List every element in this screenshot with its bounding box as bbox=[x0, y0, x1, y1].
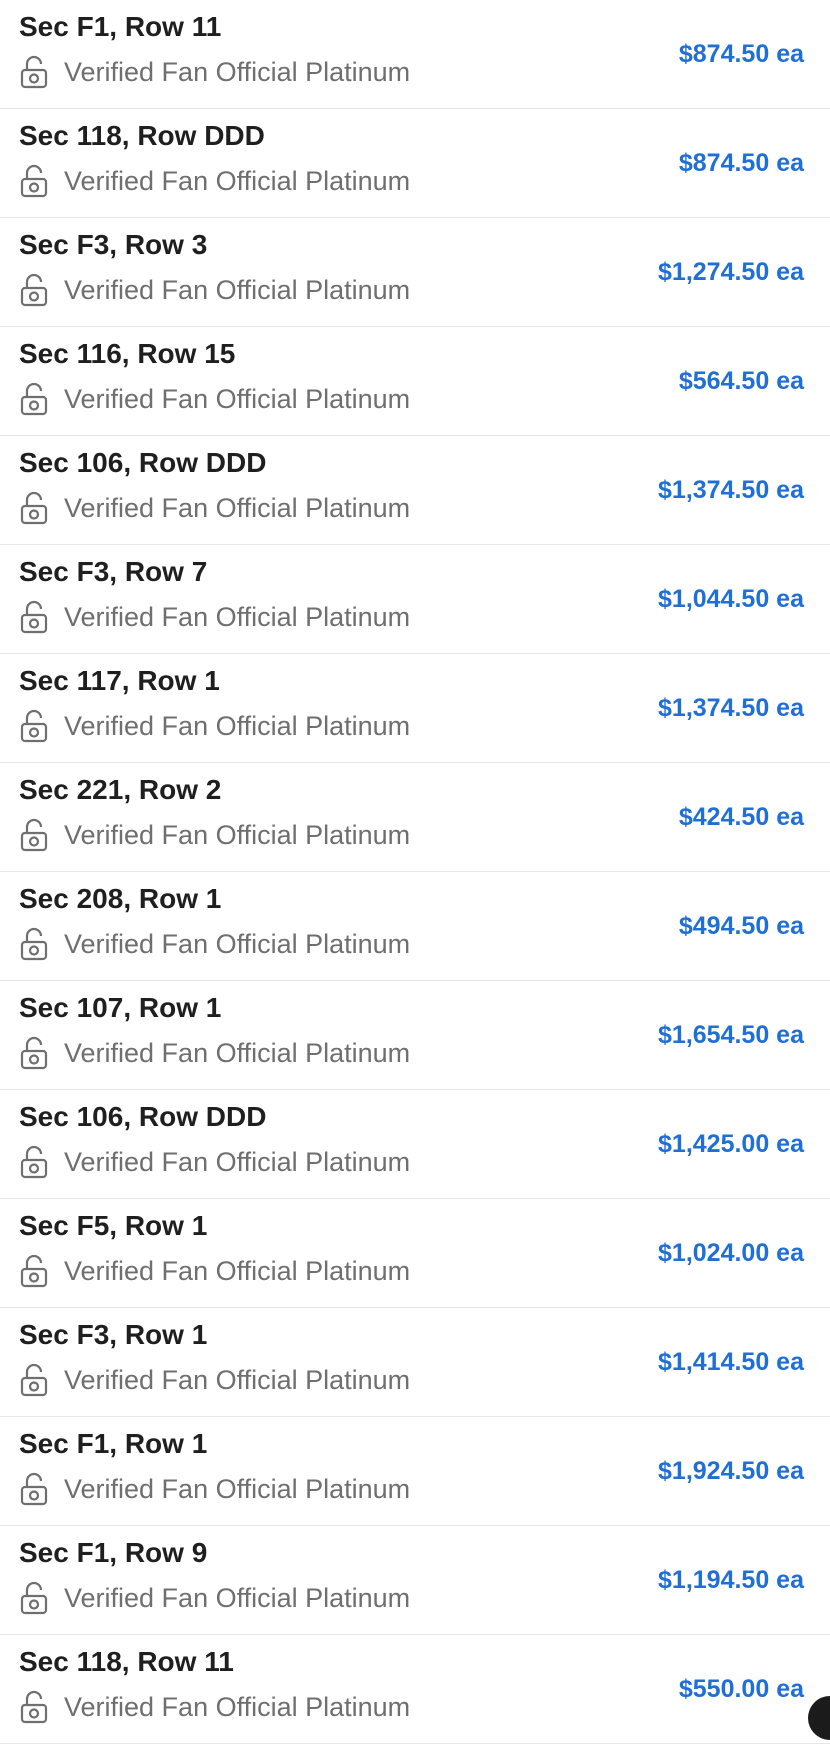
ticket-listing-row[interactable]: Sec F3, Row 3 Verified Fan Official Plati… bbox=[0, 218, 830, 327]
price-label: $1,044.50 ea bbox=[658, 585, 804, 613]
ticket-type-tag: Verified Fan Official Platinum bbox=[19, 382, 410, 416]
section-row-label: Sec F3, Row 7 bbox=[19, 556, 208, 587]
ticket-type-tag: Verified Fan Official Platinum bbox=[19, 709, 410, 743]
ticket-type-tag: Verified Fan Official Platinum bbox=[19, 1363, 410, 1397]
ticket-type-tag: Verified Fan Official Platinum bbox=[19, 1472, 410, 1506]
ticket-listing-row[interactable]: Sec 208, Row 1 Verified Fan Official Plat… bbox=[0, 872, 830, 981]
ticket-type-tag: Verified Fan Official Platinum bbox=[19, 1581, 410, 1615]
ticket-listing-row[interactable]: Sec 116, Row 15 Verified Fan Official Pla… bbox=[0, 327, 830, 436]
lock-icon bbox=[19, 1145, 49, 1179]
lock-icon bbox=[19, 1581, 49, 1615]
ticket-type-tag: Verified Fan Official Platinum bbox=[19, 600, 410, 634]
ticket-listing-row[interactable]: Sec 117, Row 1 Verified Fan Official Plat… bbox=[0, 654, 830, 763]
ticket-type-label: Verified Fan Official Platinum bbox=[64, 1692, 411, 1722]
section-row-label: Sec F5, Row 1 bbox=[19, 1210, 208, 1241]
ticket-type-tag: Verified Fan Official Platinum bbox=[19, 1036, 410, 1070]
ticket-type-label: Verified Fan Official Platinum bbox=[64, 166, 411, 196]
ticket-type-label: Verified Fan Official Platinum bbox=[64, 1256, 411, 1286]
price-label: $1,425.00 ea bbox=[658, 1130, 804, 1158]
price-label: $564.50 ea bbox=[678, 367, 804, 395]
ticket-type-label: Verified Fan Official Platinum bbox=[64, 1474, 411, 1504]
ticket-type-label: Verified Fan Official Platinum bbox=[64, 275, 411, 305]
ticket-listing-row[interactable]: Sec 118, Row 11 Verified Fan Official Pla… bbox=[0, 1635, 830, 1744]
ticket-listing-row[interactable]: Sec 221, Row 2 Verified Fan Official Plat… bbox=[0, 763, 830, 872]
ticket-listing-row[interactable]: Sec 118, Row DDD Verified Fan Official Pl… bbox=[0, 109, 830, 218]
section-row-label: Sec 208, Row 1 bbox=[19, 883, 222, 914]
lock-icon bbox=[19, 1690, 49, 1724]
price-label: $874.50 ea bbox=[678, 40, 804, 68]
ticket-type-tag: Verified Fan Official Platinum bbox=[19, 1690, 410, 1724]
price-label: $874.50 ea bbox=[678, 149, 804, 177]
lock-icon bbox=[19, 55, 49, 89]
price-label: $550.00 ea bbox=[678, 1675, 804, 1703]
section-row-label: Sec F1, Row 11 bbox=[19, 11, 222, 42]
section-row-label: Sec 117, Row 1 bbox=[19, 665, 220, 696]
ticket-listing-row[interactable]: Sec 106, Row DDD Verified Fan Official Pl… bbox=[0, 1090, 830, 1199]
ticket-type-label: Verified Fan Official Platinum bbox=[64, 1038, 411, 1068]
price-label: $1,374.50 ea bbox=[658, 694, 804, 722]
ticket-listing-row[interactable]: Sec F3, Row 7 Verified Fan Official Plati… bbox=[0, 545, 830, 654]
lock-icon bbox=[19, 818, 49, 852]
section-row-label: Sec F1, Row 1 bbox=[19, 1428, 208, 1459]
lock-icon bbox=[19, 709, 49, 743]
price-label: $1,374.50 ea bbox=[658, 476, 804, 504]
ticket-listing-row[interactable]: Sec F1, Row 9 Verified Fan Official Plati… bbox=[0, 1526, 830, 1635]
ticket-listing-row[interactable]: Sec F5, Row 1 Verified Fan Official Plati… bbox=[0, 1199, 830, 1308]
ticket-listing-list: Sec F1, Row 11 Verified Fan Official Plat… bbox=[0, 0, 830, 1744]
section-row-label: Sec 106, Row DDD bbox=[19, 447, 267, 478]
ticket-type-tag: Verified Fan Official Platinum bbox=[19, 164, 410, 198]
section-row-label: Sec F1, Row 9 bbox=[19, 1537, 208, 1568]
ticket-type-tag: Verified Fan Official Platinum bbox=[19, 55, 410, 89]
lock-icon bbox=[19, 1254, 49, 1288]
price-label: $1,024.00 ea bbox=[658, 1239, 804, 1267]
section-row-label: Sec 221, Row 2 bbox=[19, 774, 222, 805]
ticket-listing-row[interactable]: Sec 106, Row DDD Verified Fan Official Pl… bbox=[0, 436, 830, 545]
lock-icon bbox=[19, 600, 49, 634]
ticket-type-tag: Verified Fan Official Platinum bbox=[19, 818, 410, 852]
ticket-type-label: Verified Fan Official Platinum bbox=[64, 1583, 411, 1613]
section-row-label: Sec F3, Row 1 bbox=[19, 1319, 208, 1350]
ticket-type-label: Verified Fan Official Platinum bbox=[64, 384, 411, 414]
section-row-label: Sec 106, Row DDD bbox=[19, 1101, 267, 1132]
price-label: $1,654.50 ea bbox=[658, 1021, 804, 1049]
price-label: $1,414.50 ea bbox=[658, 1348, 804, 1376]
ticket-listing-row[interactable]: Sec F1, Row 11 Verified Fan Official Plat… bbox=[0, 0, 830, 109]
ticket-type-label: Verified Fan Official Platinum bbox=[64, 602, 411, 632]
price-label: $1,274.50 ea bbox=[658, 258, 804, 286]
ticket-type-tag: Verified Fan Official Platinum bbox=[19, 1145, 410, 1179]
ticket-type-label: Verified Fan Official Platinum bbox=[64, 57, 411, 87]
lock-icon bbox=[19, 164, 49, 198]
lock-icon bbox=[19, 1363, 49, 1397]
lock-icon bbox=[19, 382, 49, 416]
ticket-type-tag: Verified Fan Official Platinum bbox=[19, 273, 410, 307]
price-label: $494.50 ea bbox=[678, 912, 804, 940]
ticket-listing-row[interactable]: Sec 107, Row 1 Verified Fan Official Plat… bbox=[0, 981, 830, 1090]
ticket-type-label: Verified Fan Official Platinum bbox=[64, 493, 411, 523]
lock-icon bbox=[19, 491, 49, 525]
section-row-label: Sec 118, Row DDD bbox=[19, 120, 265, 151]
lock-icon bbox=[19, 273, 49, 307]
section-row-label: Sec 107, Row 1 bbox=[19, 992, 222, 1023]
price-label: $424.50 ea bbox=[678, 803, 804, 831]
ticket-type-label: Verified Fan Official Platinum bbox=[64, 929, 411, 959]
section-row-label: Sec 116, Row 15 bbox=[19, 338, 236, 369]
lock-icon bbox=[19, 1036, 49, 1070]
ticket-type-tag: Verified Fan Official Platinum bbox=[19, 927, 410, 961]
section-row-label: Sec 118, Row 11 bbox=[19, 1646, 234, 1677]
ticket-listing-row[interactable]: Sec F1, Row 1 Verified Fan Official Plati… bbox=[0, 1417, 830, 1526]
lock-icon bbox=[19, 927, 49, 961]
ticket-type-tag: Verified Fan Official Platinum bbox=[19, 1254, 410, 1288]
ticket-type-label: Verified Fan Official Platinum bbox=[64, 1147, 411, 1177]
ticket-type-label: Verified Fan Official Platinum bbox=[64, 711, 411, 741]
ticket-type-tag: Verified Fan Official Platinum bbox=[19, 491, 410, 525]
section-row-label: Sec F3, Row 3 bbox=[19, 229, 208, 260]
ticket-type-label: Verified Fan Official Platinum bbox=[64, 1365, 411, 1395]
ticket-listing-row[interactable]: Sec F3, Row 1 Verified Fan Official Plati… bbox=[0, 1308, 830, 1417]
price-label: $1,924.50 ea bbox=[658, 1457, 804, 1485]
price-label: $1,194.50 ea bbox=[658, 1566, 804, 1594]
ticket-type-label: Verified Fan Official Platinum bbox=[64, 820, 411, 850]
lock-icon bbox=[19, 1472, 49, 1506]
